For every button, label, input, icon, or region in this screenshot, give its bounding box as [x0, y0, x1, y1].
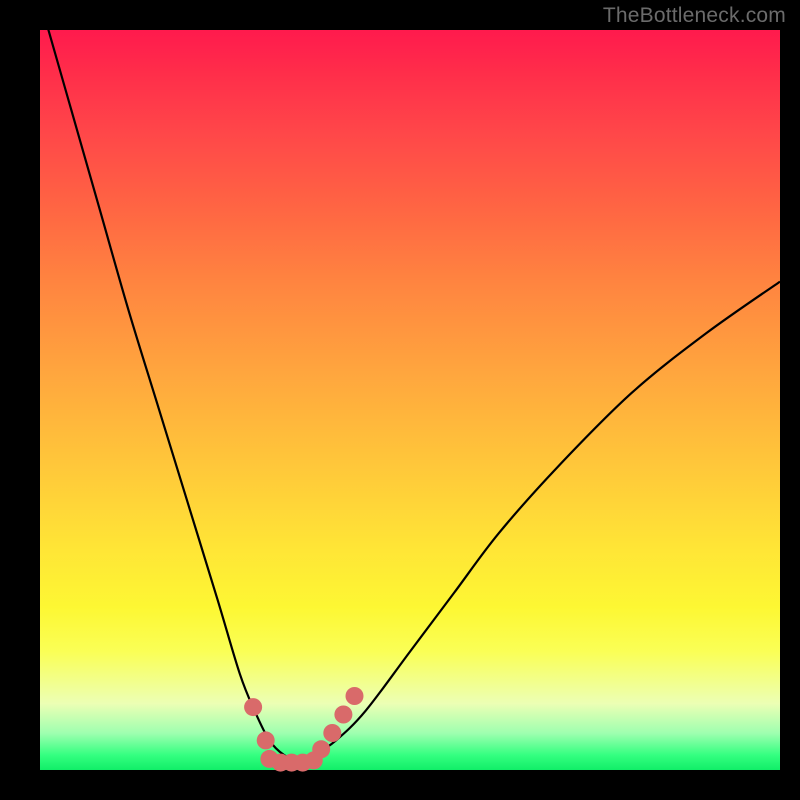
- curve-marker: [312, 740, 330, 758]
- chart-frame: TheBottleneck.com: [0, 0, 800, 800]
- curve-marker: [244, 698, 262, 716]
- curve-marker: [257, 731, 275, 749]
- curve-layer: [40, 30, 780, 770]
- curve-marker: [323, 724, 341, 742]
- bottleneck-curve: [40, 0, 780, 761]
- plot-area: [40, 30, 780, 770]
- watermark-text: TheBottleneck.com: [603, 4, 786, 28]
- curve-marker: [346, 687, 364, 705]
- curve-marker: [334, 706, 352, 724]
